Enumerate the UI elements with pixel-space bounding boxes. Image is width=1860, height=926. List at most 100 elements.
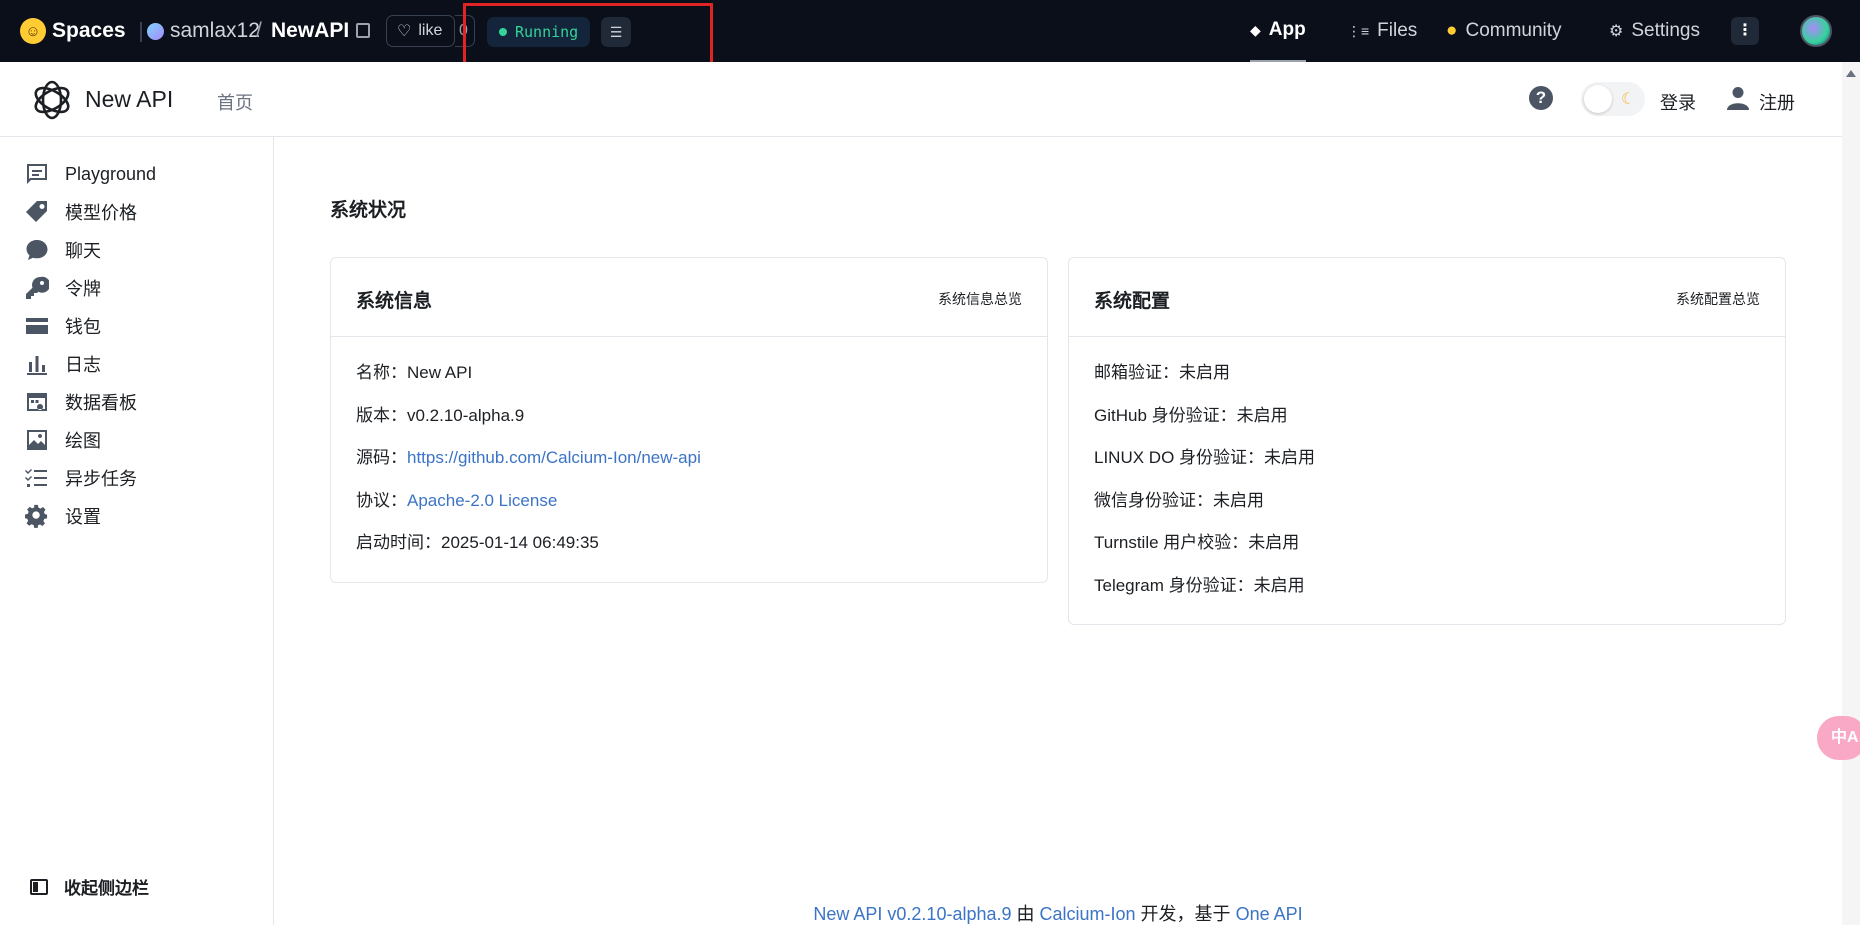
row-label: 源码： (356, 448, 407, 467)
more-menu-button[interactable]: ⋮ (1731, 17, 1759, 45)
cube-icon: ◆ (1250, 21, 1261, 38)
system-info-card: 系统信息 系统信息总览 名称：New API 版本：v0.2.10-alpha.… (330, 257, 1048, 583)
nav-home-link[interactable]: 首页 (217, 89, 253, 115)
row-label: Telegram 身份验证： (1094, 575, 1254, 595)
config-row-email: 邮箱验证：未启用 (1094, 359, 1760, 402)
heart-icon: ♡ (397, 23, 412, 40)
row-value: New API (407, 363, 473, 382)
row-label: 启动时间： (356, 533, 441, 552)
tab-settings[interactable]: ⚙ Settings (1609, 0, 1700, 62)
key-icon (24, 276, 50, 300)
app-title[interactable]: New API (85, 86, 173, 113)
hugging-face-icon[interactable]: ☺ (20, 18, 46, 44)
sidebar-item-dashboard[interactable]: 数据看板 (24, 387, 137, 417)
row-label: 协议： (356, 490, 407, 510)
card-title: 系统信息 (356, 291, 433, 312)
source-link[interactable]: https://github.com/Calcium-Ion/new-api (407, 448, 701, 467)
repo-owner-link[interactable]: samlax12 (170, 19, 260, 43)
scrollbar[interactable] (1842, 62, 1860, 925)
user-icon[interactable] (1727, 86, 1749, 110)
footer-author-link[interactable]: Calcium-Ion (1040, 904, 1136, 924)
footer-product-link[interactable]: New API v0.2.10-alpha.9 (813, 904, 1011, 924)
sidebar-item-pricing[interactable]: 模型价格 (24, 197, 137, 227)
theme-toggle[interactable]: ☾ (1581, 82, 1645, 116)
row-value: 未启用 (1213, 490, 1264, 510)
row-value: 未启用 (1179, 363, 1230, 382)
sidebar-item-wallet[interactable]: 钱包 (24, 311, 101, 341)
card-body: 名称：New API 版本：v0.2.10-alpha.9 源码：https:/… (331, 337, 1047, 572)
card-header: 系统信息 系统信息总览 (331, 258, 1047, 337)
chat-icon (24, 238, 50, 262)
sidebar-item-label: 日志 (65, 355, 101, 375)
sidebar-item-settings[interactable]: 设置 (24, 501, 101, 531)
toggle-knob (1584, 85, 1612, 113)
sidebar-item-label: 异步任务 (65, 469, 137, 489)
tab-community[interactable]: ● Community (1446, 0, 1562, 62)
help-icon[interactable]: ? (1529, 86, 1553, 110)
like-button[interactable]: ♡ like (386, 15, 456, 47)
message-icon (24, 162, 50, 186)
row-label: 名称： (356, 363, 407, 382)
info-row-start-time: 启动时间：2025-01-14 06:49:35 (356, 529, 1022, 572)
row-value: 未启用 (1236, 405, 1288, 425)
sidebar-item-tokens[interactable]: 令牌 (24, 273, 101, 303)
row-value: 未启用 (1264, 448, 1316, 467)
tab-files[interactable]: ⋮≡ Files (1347, 0, 1417, 62)
card-body: 邮箱验证：未启用 GitHub 身份验证：未启用 LINUX DO 身份验证：未… (1069, 337, 1785, 614)
sidebar-item-label: 聊天 (65, 241, 101, 261)
repo-name-link[interactable]: NewAPI (271, 19, 349, 43)
row-label: GitHub 身份验证： (1094, 405, 1237, 425)
files-icon: ⋮≡ (1347, 22, 1370, 39)
footer-text: 由 (1011, 904, 1040, 924)
wallet-icon (24, 314, 50, 338)
row-value: 未启用 (1248, 533, 1300, 552)
tag-icon (24, 200, 50, 224)
sidebar-item-label: 模型价格 (65, 203, 137, 223)
row-label: 版本： (356, 405, 407, 425)
info-row-source: 源码：https://github.com/Calcium-Ion/new-ap… (356, 444, 1022, 487)
sidebar-item-logs[interactable]: 日志 (24, 349, 101, 379)
config-row-turnstile: Turnstile 用户校验：未启用 (1094, 529, 1760, 572)
license-link[interactable]: Apache-2.0 License (407, 491, 557, 510)
row-label: 微信身份验证： (1094, 490, 1213, 510)
config-row-telegram: Telegram 身份验证：未启用 (1094, 572, 1760, 615)
translate-button[interactable]: 中A (1817, 716, 1860, 760)
like-label: like (418, 22, 443, 39)
sidebar-item-drawing[interactable]: 绘图 (24, 425, 101, 455)
user-avatar[interactable] (1800, 15, 1832, 47)
system-config-card: 系统配置 系统配置总览 邮箱验证：未启用 GitHub 身份验证：未启用 LIN… (1068, 257, 1786, 625)
tab-app-label: App (1268, 19, 1306, 40)
register-link[interactable]: 注册 (1759, 89, 1795, 115)
card-extra: 系统信息总览 (938, 291, 1022, 307)
card-title: 系统配置 (1094, 291, 1171, 312)
login-link[interactable]: 登录 (1660, 89, 1696, 115)
info-row-version: 版本：v0.2.10-alpha.9 (356, 402, 1022, 445)
openai-logo-icon[interactable] (30, 78, 74, 122)
row-label: Turnstile 用户校验： (1094, 533, 1249, 552)
sidebar: Playground 模型价格 聊天 令牌 钱包 日志 数据看板 绘图 异步任务… (0, 137, 274, 925)
task-list-icon (24, 466, 50, 490)
section-title: 系统状况 (330, 200, 407, 221)
tab-app[interactable]: ◆ App (1250, 0, 1306, 62)
info-row-name: 名称：New API (356, 359, 1022, 402)
footer-base-link[interactable]: One API (1236, 904, 1303, 924)
sidebar-item-label: Playground (65, 163, 157, 184)
collapse-sidebar-button[interactable]: 收起侧边栏 (30, 874, 149, 899)
scroll-up-arrow-icon[interactable] (1846, 70, 1856, 77)
footer: New API v0.2.10-alpha.9 由 Calcium-Ion 开发… (274, 900, 1842, 926)
calendar-icon (24, 390, 50, 414)
copy-icon[interactable] (356, 23, 370, 38)
card-header: 系统配置 系统配置总览 (1069, 258, 1785, 337)
sidebar-item-tasks[interactable]: 异步任务 (24, 463, 137, 493)
sidebar-item-chat[interactable]: 聊天 (24, 235, 101, 265)
sidebar-item-label: 绘图 (65, 431, 101, 451)
row-value: v0.2.10-alpha.9 (407, 405, 525, 425)
config-row-wechat: 微信身份验证：未启用 (1094, 487, 1760, 530)
hf-top-bar: ☺ Spaces samlax12 / NewAPI ♡ like 0 Runn… (0, 0, 1860, 83)
row-value: 未启用 (1253, 575, 1305, 595)
sidebar-item-playground[interactable]: Playground (24, 159, 156, 189)
community-icon: ● (1446, 20, 1458, 41)
spaces-link[interactable]: Spaces (52, 19, 126, 43)
gear-icon (24, 504, 50, 528)
collapse-label: 收起侧边栏 (64, 879, 149, 898)
